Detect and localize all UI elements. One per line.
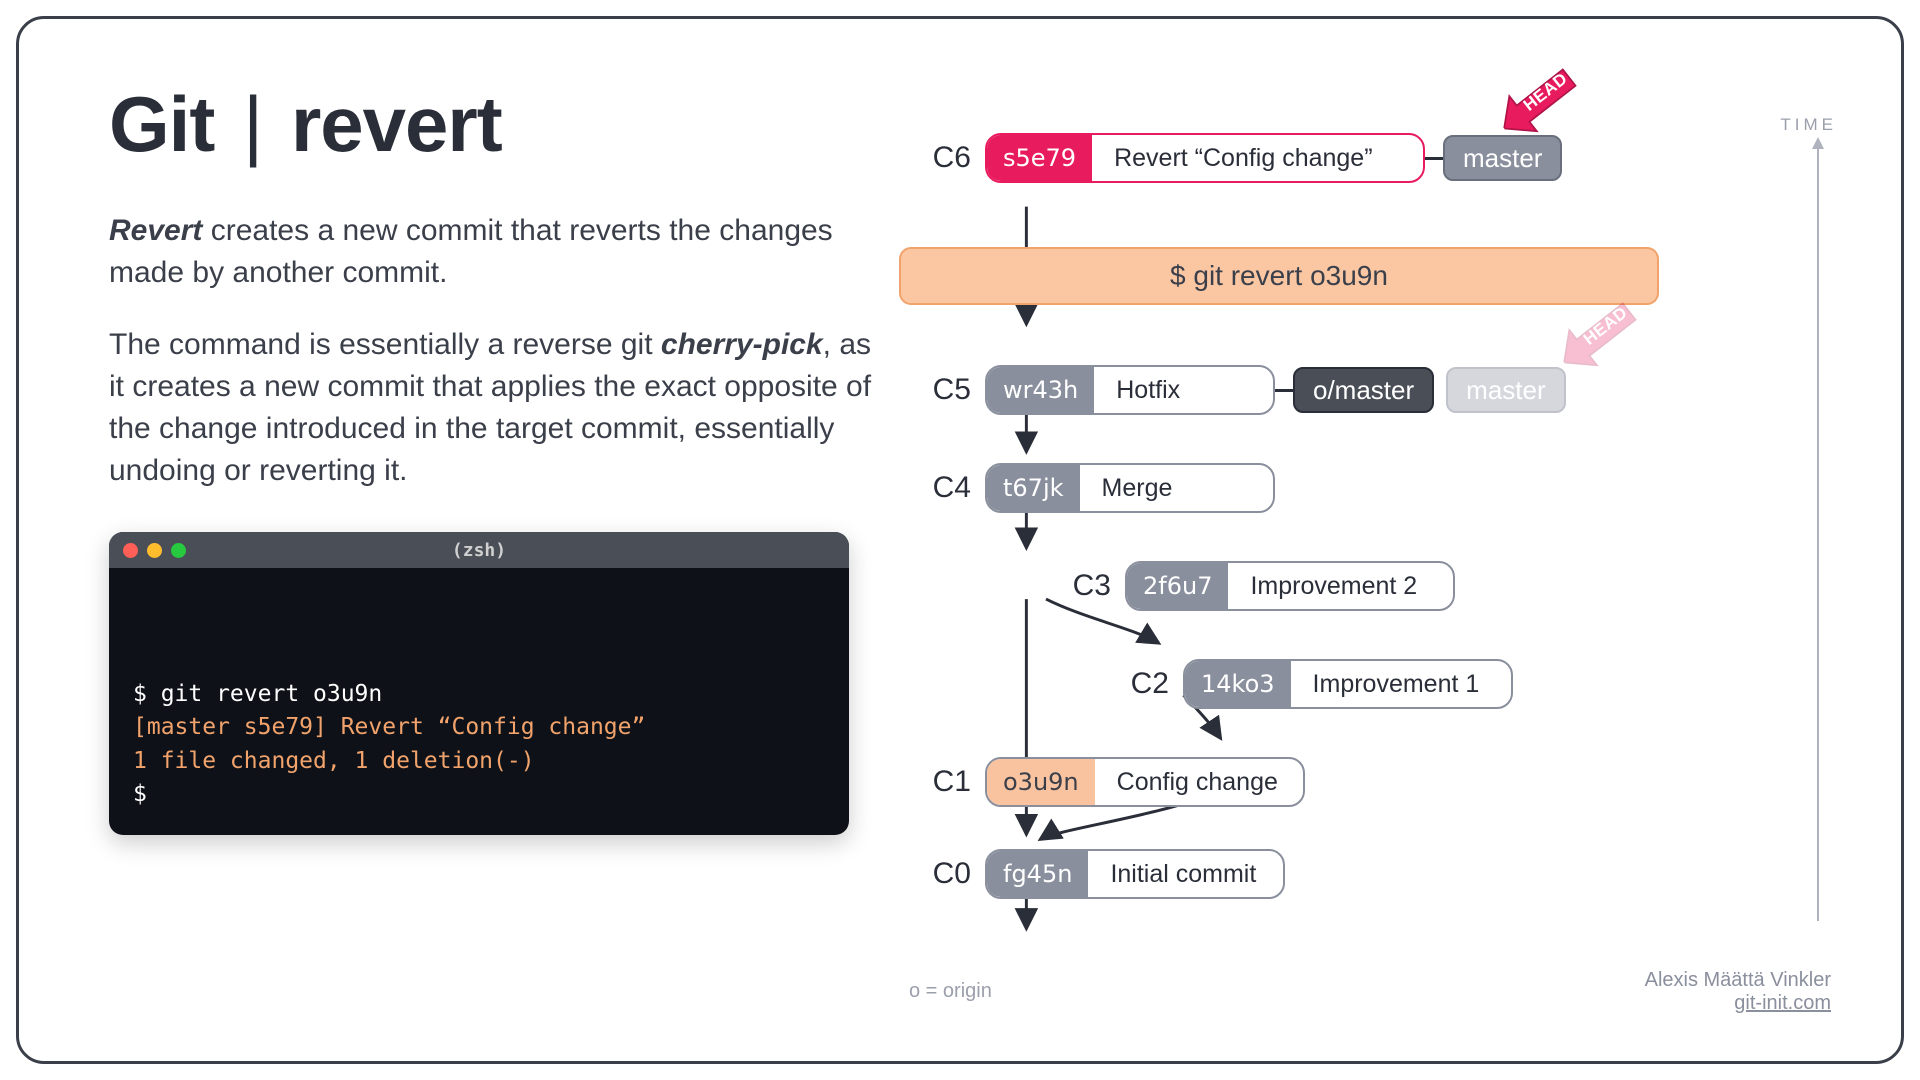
para1-text: creates a new commit that reverts the ch… [109, 214, 833, 289]
commit-hash: s5e79 [987, 135, 1092, 181]
commit-label: C1 [909, 765, 971, 799]
commit-hash: t67jk [987, 465, 1080, 511]
command-text: $ git revert o3u9n [1170, 260, 1388, 292]
branch-tag-master: master [1443, 135, 1562, 181]
commit-row-c2: C2 14ko3 Improvement 1 [1107, 659, 1513, 709]
time-label: TIME [1780, 115, 1837, 135]
commit-row-c3: C3 2f6u7 Improvement 2 [1049, 561, 1455, 611]
commit-msg: Hotfix [1094, 376, 1202, 405]
tag-connector [1275, 389, 1293, 392]
commit-hash: 14ko3 [1185, 661, 1291, 707]
commit-row-c1: C1 o3u9n Config change [909, 757, 1305, 807]
commit-pill: o3u9n Config change [985, 757, 1305, 807]
commit-msg: Merge [1080, 474, 1195, 503]
commit-msg: Config change [1095, 768, 1300, 797]
terminal-prompt: $ [133, 778, 825, 811]
commit-msg: Improvement 1 [1291, 670, 1502, 699]
commit-label: C5 [909, 373, 971, 407]
commit-row-c5: C5 wr43h Hotfix o/master master [909, 365, 1566, 415]
cherry-pick-keyword: cherry-pick [661, 328, 823, 361]
commit-hash: o3u9n [987, 759, 1095, 805]
commit-row-c6: C6 s5e79 Revert “Config change” master [909, 133, 1562, 183]
commit-hash: wr43h [987, 367, 1094, 413]
author-link: git-init.com [1645, 992, 1831, 1015]
terminal-line-2: [master s5e79] Revert “Config change” [133, 711, 825, 744]
branch-tag-master-faded: master [1446, 367, 1565, 413]
author-credit: Alexis Määttä Vinkler git-init.com [1645, 969, 1831, 1015]
title-separator: | [222, 80, 283, 168]
time-axis [1817, 139, 1819, 921]
terminal-line-1: $ git revert o3u9n [133, 678, 825, 711]
tag-connector [1425, 157, 1443, 160]
terminal-body: $ git revert o3u9n [master s5e79] Revert… [109, 568, 849, 835]
commit-pill: fg45n Initial commit [985, 849, 1285, 899]
commit-pill: 14ko3 Improvement 1 [1183, 659, 1513, 709]
commit-pill: s5e79 Revert “Config change” [985, 133, 1425, 183]
terminal-titlebar: (zsh) [109, 532, 849, 568]
page-title: Git | revert [109, 79, 889, 170]
commit-pill: 2f6u7 Improvement 2 [1125, 561, 1455, 611]
commit-label: C6 [909, 141, 971, 175]
author-name: Alexis Määttä Vinkler [1645, 969, 1831, 992]
command-band: $ git revert o3u9n [899, 247, 1659, 305]
description-para-2: The command is essentially a reverse git… [109, 324, 889, 492]
commit-pill: wr43h Hotfix [985, 365, 1275, 415]
commit-hash: 2f6u7 [1127, 563, 1228, 609]
commit-label: C4 [909, 471, 971, 505]
title-suffix: revert [291, 80, 502, 168]
para2-a: The command is essentially a reverse git [109, 328, 661, 361]
commit-pill: t67jk Merge [985, 463, 1275, 513]
commit-msg: Improvement 2 [1228, 572, 1439, 601]
terminal-shell-name: (zsh) [109, 540, 849, 561]
commit-graph: TIME C6 s5e [889, 79, 1831, 1021]
left-column: Git | revert Revert creates a new commit… [109, 79, 889, 1021]
terminal-line-3: 1 file changed, 1 deletion(-) [133, 745, 825, 778]
title-prefix: Git [109, 80, 214, 168]
origin-legend: o = origin [909, 980, 992, 1003]
commit-label: C2 [1107, 667, 1169, 701]
terminal-window: (zsh) $ git revert o3u9n [master s5e79] … [109, 532, 849, 835]
commit-msg: Revert “Config change” [1092, 144, 1394, 173]
right-column: TIME C6 s5e [889, 79, 1831, 1021]
commit-row-c0: C0 fg45n Initial commit [909, 849, 1285, 899]
branch-tag-o-master: o/master [1293, 367, 1434, 413]
commit-label: C3 [1049, 569, 1111, 603]
commit-msg: Initial commit [1088, 860, 1278, 889]
commit-hash: fg45n [987, 851, 1088, 897]
description-para-1: Revert creates a new commit that reverts… [109, 210, 889, 294]
revert-keyword: Revert [109, 214, 202, 247]
slide-frame: Git | revert Revert creates a new commit… [16, 16, 1904, 1064]
commit-row-c4: C4 t67jk Merge [909, 463, 1275, 513]
commit-label: C0 [909, 857, 971, 891]
